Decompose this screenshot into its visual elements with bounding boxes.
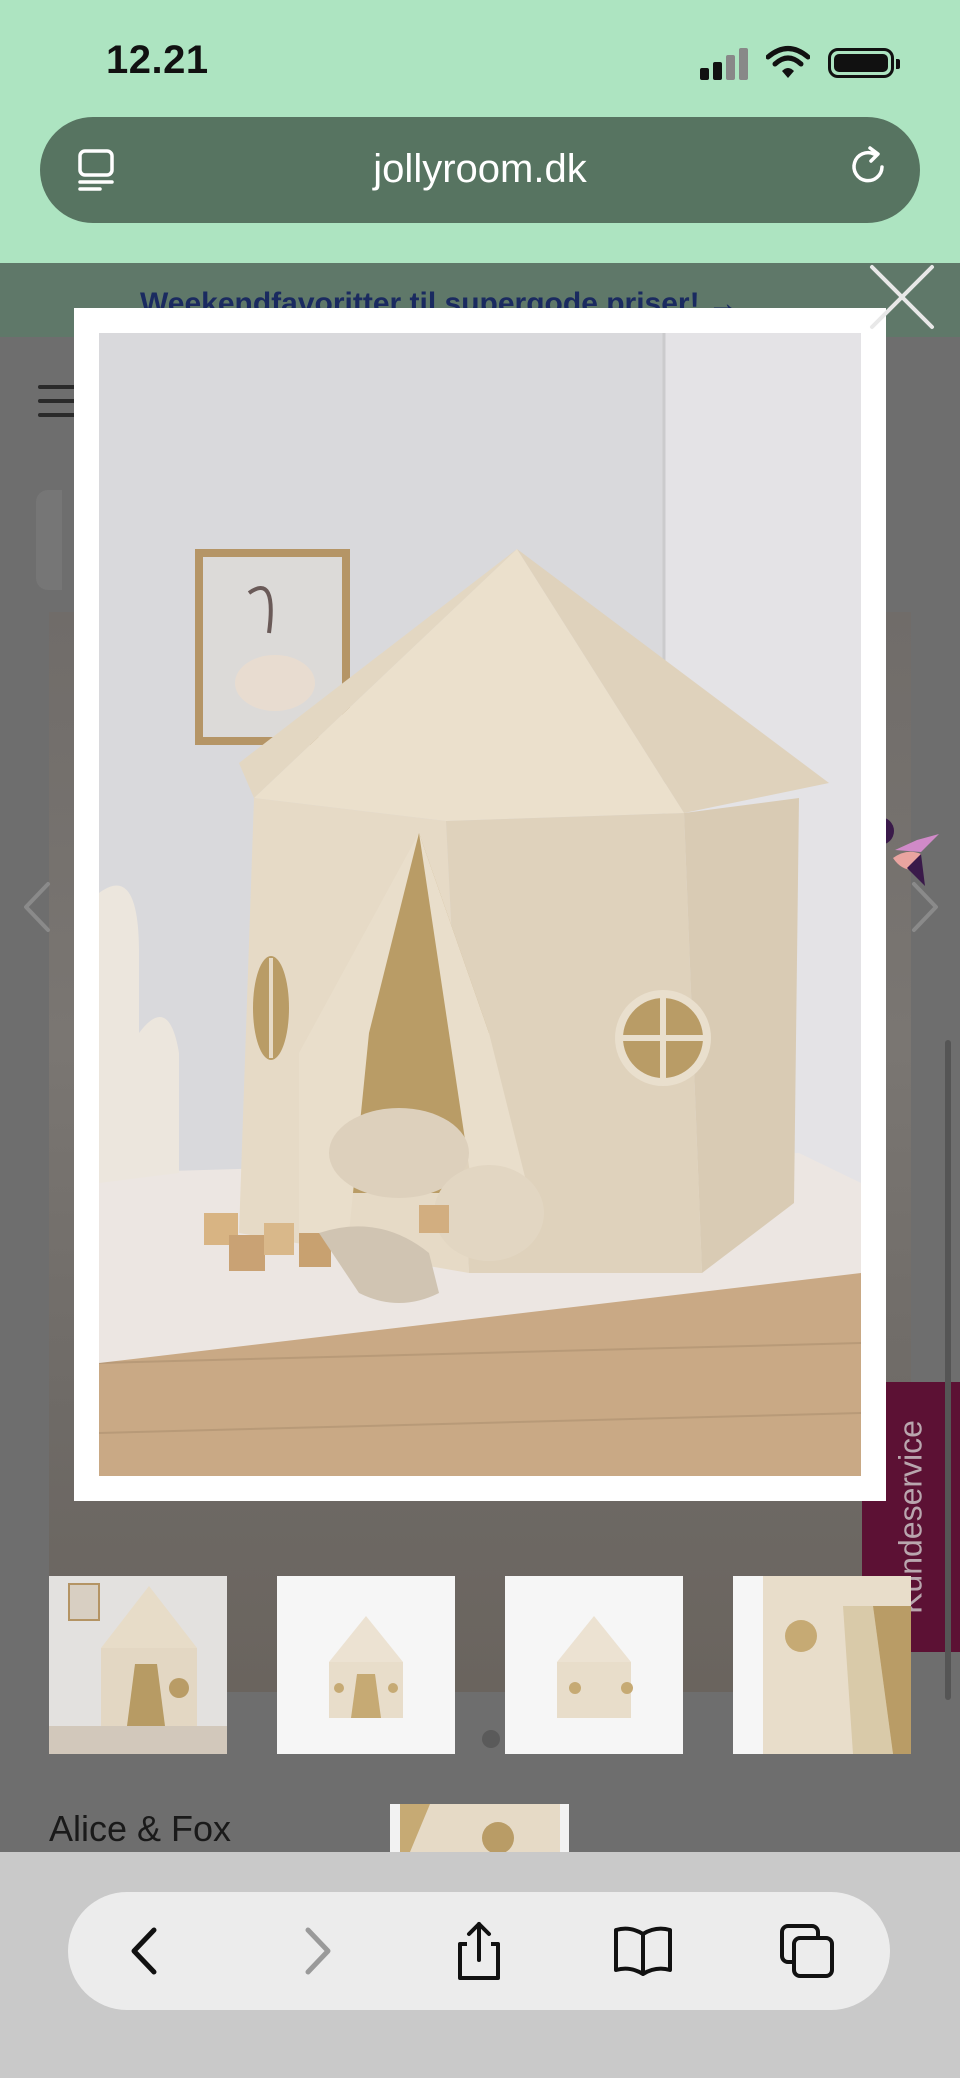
product-thumbnail[interactable] bbox=[390, 1804, 569, 1852]
product-thumbnail[interactable] bbox=[505, 1576, 683, 1754]
menu-icon[interactable] bbox=[38, 385, 78, 417]
back-icon[interactable] bbox=[116, 1920, 178, 1982]
battery-icon bbox=[828, 48, 900, 78]
screen: 12.21 jollyroom.dk Weekendfavoritter til… bbox=[0, 0, 960, 2078]
toolbar-pill bbox=[68, 1892, 890, 2010]
lightbox-image[interactable] bbox=[99, 333, 861, 1476]
chevron-left-icon[interactable] bbox=[20, 880, 54, 934]
bookmarks-icon[interactable] bbox=[612, 1920, 674, 1982]
close-icon[interactable] bbox=[864, 259, 940, 335]
search-field-edge bbox=[36, 490, 62, 590]
image-lightbox bbox=[74, 308, 886, 1501]
cellular-signal-icon bbox=[700, 46, 752, 80]
share-icon[interactable] bbox=[448, 1920, 510, 1982]
brand-name[interactable]: Alice & Fox bbox=[49, 1808, 231, 1850]
product-thumbnail[interactable] bbox=[49, 1576, 227, 1754]
status-bar: 12.21 jollyroom.dk bbox=[0, 0, 960, 263]
tabs-overview-icon[interactable] bbox=[776, 1920, 838, 1982]
hummingbird-icon[interactable] bbox=[887, 830, 945, 892]
status-time: 12.21 bbox=[106, 38, 209, 82]
address-bar[interactable]: jollyroom.dk bbox=[40, 117, 920, 223]
wifi-icon bbox=[766, 46, 810, 78]
forward-icon[interactable] bbox=[284, 1920, 346, 1982]
product-thumbnail[interactable] bbox=[733, 1576, 911, 1754]
reload-icon[interactable] bbox=[846, 145, 890, 189]
scroll-indicator bbox=[945, 1040, 951, 1700]
carousel-dot[interactable] bbox=[482, 1730, 500, 1748]
url-text[interactable]: jollyroom.dk bbox=[40, 147, 920, 192]
browser-toolbar bbox=[0, 1852, 960, 2078]
product-thumbnail[interactable] bbox=[277, 1576, 455, 1754]
